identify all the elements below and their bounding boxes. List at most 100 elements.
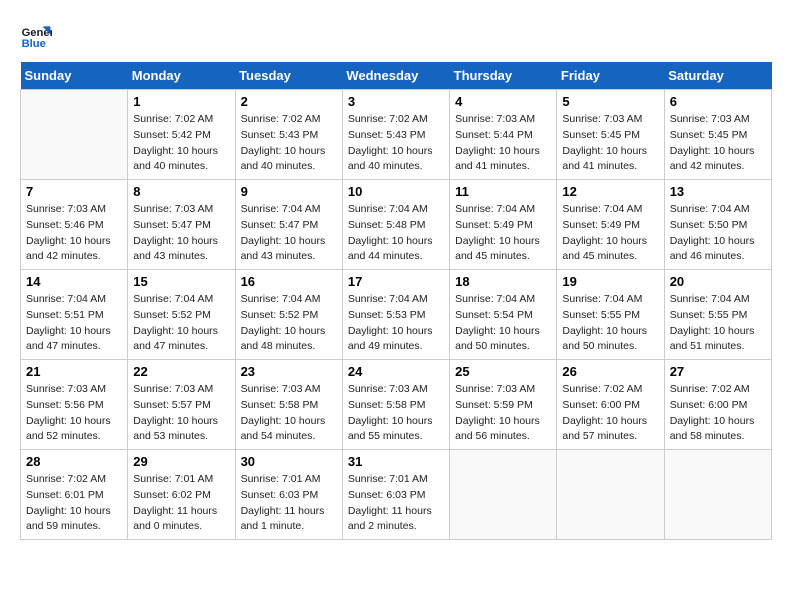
- day-cell: 21 Sunrise: 7:03 AMSunset: 5:56 PMDaylig…: [21, 360, 128, 450]
- day-number: 17: [348, 274, 444, 289]
- svg-text:Blue: Blue: [22, 38, 46, 50]
- day-detail: Sunrise: 7:04 AMSunset: 5:48 PMDaylight:…: [348, 202, 444, 265]
- day-number: 16: [241, 274, 337, 289]
- day-number: 27: [670, 364, 766, 379]
- day-detail: Sunrise: 7:03 AMSunset: 5:59 PMDaylight:…: [455, 382, 551, 445]
- day-number: 3: [348, 94, 444, 109]
- day-detail: Sunrise: 7:04 AMSunset: 5:52 PMDaylight:…: [133, 292, 229, 355]
- day-number: 26: [562, 364, 658, 379]
- day-detail: Sunrise: 7:01 AMSunset: 6:03 PMDaylight:…: [241, 472, 337, 535]
- day-number: 21: [26, 364, 122, 379]
- header-wednesday: Wednesday: [342, 62, 449, 90]
- day-number: 8: [133, 184, 229, 199]
- day-number: 11: [455, 184, 551, 199]
- day-detail: Sunrise: 7:03 AMSunset: 5:46 PMDaylight:…: [26, 202, 122, 265]
- day-number: 14: [26, 274, 122, 289]
- week-row-5: 28 Sunrise: 7:02 AMSunset: 6:01 PMDaylig…: [21, 450, 772, 540]
- day-cell: 27 Sunrise: 7:02 AMSunset: 6:00 PMDaylig…: [664, 360, 771, 450]
- day-cell: 16 Sunrise: 7:04 AMSunset: 5:52 PMDaylig…: [235, 270, 342, 360]
- day-detail: Sunrise: 7:03 AMSunset: 5:58 PMDaylight:…: [241, 382, 337, 445]
- day-number: 4: [455, 94, 551, 109]
- day-detail: Sunrise: 7:01 AMSunset: 6:02 PMDaylight:…: [133, 472, 229, 535]
- day-cell: 29 Sunrise: 7:01 AMSunset: 6:02 PMDaylig…: [128, 450, 235, 540]
- day-detail: Sunrise: 7:02 AMSunset: 6:01 PMDaylight:…: [26, 472, 122, 535]
- day-cell: 13 Sunrise: 7:04 AMSunset: 5:50 PMDaylig…: [664, 180, 771, 270]
- day-detail: Sunrise: 7:04 AMSunset: 5:55 PMDaylight:…: [562, 292, 658, 355]
- day-number: 22: [133, 364, 229, 379]
- calendar-table: SundayMondayTuesdayWednesdayThursdayFrid…: [20, 62, 772, 540]
- day-detail: Sunrise: 7:01 AMSunset: 6:03 PMDaylight:…: [348, 472, 444, 535]
- header-monday: Monday: [128, 62, 235, 90]
- header-sunday: Sunday: [21, 62, 128, 90]
- day-detail: Sunrise: 7:04 AMSunset: 5:49 PMDaylight:…: [562, 202, 658, 265]
- day-cell: 25 Sunrise: 7:03 AMSunset: 5:59 PMDaylig…: [450, 360, 557, 450]
- day-cell: [557, 450, 664, 540]
- week-row-4: 21 Sunrise: 7:03 AMSunset: 5:56 PMDaylig…: [21, 360, 772, 450]
- calendar-header-row: SundayMondayTuesdayWednesdayThursdayFrid…: [21, 62, 772, 90]
- day-detail: Sunrise: 7:03 AMSunset: 5:44 PMDaylight:…: [455, 112, 551, 175]
- day-cell: 11 Sunrise: 7:04 AMSunset: 5:49 PMDaylig…: [450, 180, 557, 270]
- day-number: 12: [562, 184, 658, 199]
- day-cell: 3 Sunrise: 7:02 AMSunset: 5:43 PMDayligh…: [342, 90, 449, 180]
- day-number: 1: [133, 94, 229, 109]
- day-cell: 4 Sunrise: 7:03 AMSunset: 5:44 PMDayligh…: [450, 90, 557, 180]
- day-number: 10: [348, 184, 444, 199]
- day-detail: Sunrise: 7:04 AMSunset: 5:49 PMDaylight:…: [455, 202, 551, 265]
- header-tuesday: Tuesday: [235, 62, 342, 90]
- day-cell: 7 Sunrise: 7:03 AMSunset: 5:46 PMDayligh…: [21, 180, 128, 270]
- day-detail: Sunrise: 7:04 AMSunset: 5:54 PMDaylight:…: [455, 292, 551, 355]
- day-number: 6: [670, 94, 766, 109]
- week-row-2: 7 Sunrise: 7:03 AMSunset: 5:46 PMDayligh…: [21, 180, 772, 270]
- day-cell: 14 Sunrise: 7:04 AMSunset: 5:51 PMDaylig…: [21, 270, 128, 360]
- week-row-1: 1 Sunrise: 7:02 AMSunset: 5:42 PMDayligh…: [21, 90, 772, 180]
- day-cell: 17 Sunrise: 7:04 AMSunset: 5:53 PMDaylig…: [342, 270, 449, 360]
- day-number: 25: [455, 364, 551, 379]
- day-number: 28: [26, 454, 122, 469]
- day-number: 5: [562, 94, 658, 109]
- day-detail: Sunrise: 7:03 AMSunset: 5:57 PMDaylight:…: [133, 382, 229, 445]
- day-cell: 10 Sunrise: 7:04 AMSunset: 5:48 PMDaylig…: [342, 180, 449, 270]
- day-number: 20: [670, 274, 766, 289]
- day-cell: 9 Sunrise: 7:04 AMSunset: 5:47 PMDayligh…: [235, 180, 342, 270]
- day-number: 24: [348, 364, 444, 379]
- day-detail: Sunrise: 7:02 AMSunset: 6:00 PMDaylight:…: [670, 382, 766, 445]
- day-cell: [450, 450, 557, 540]
- day-cell: 1 Sunrise: 7:02 AMSunset: 5:42 PMDayligh…: [128, 90, 235, 180]
- day-number: 19: [562, 274, 658, 289]
- day-cell: [664, 450, 771, 540]
- day-cell: 19 Sunrise: 7:04 AMSunset: 5:55 PMDaylig…: [557, 270, 664, 360]
- week-row-3: 14 Sunrise: 7:04 AMSunset: 5:51 PMDaylig…: [21, 270, 772, 360]
- day-detail: Sunrise: 7:02 AMSunset: 6:00 PMDaylight:…: [562, 382, 658, 445]
- day-cell: 2 Sunrise: 7:02 AMSunset: 5:43 PMDayligh…: [235, 90, 342, 180]
- day-cell: 24 Sunrise: 7:03 AMSunset: 5:58 PMDaylig…: [342, 360, 449, 450]
- day-number: 29: [133, 454, 229, 469]
- day-cell: 8 Sunrise: 7:03 AMSunset: 5:47 PMDayligh…: [128, 180, 235, 270]
- day-cell: 6 Sunrise: 7:03 AMSunset: 5:45 PMDayligh…: [664, 90, 771, 180]
- day-detail: Sunrise: 7:03 AMSunset: 5:58 PMDaylight:…: [348, 382, 444, 445]
- day-detail: Sunrise: 7:04 AMSunset: 5:50 PMDaylight:…: [670, 202, 766, 265]
- day-cell: [21, 90, 128, 180]
- day-detail: Sunrise: 7:03 AMSunset: 5:45 PMDaylight:…: [562, 112, 658, 175]
- day-number: 31: [348, 454, 444, 469]
- day-cell: 28 Sunrise: 7:02 AMSunset: 6:01 PMDaylig…: [21, 450, 128, 540]
- day-detail: Sunrise: 7:04 AMSunset: 5:55 PMDaylight:…: [670, 292, 766, 355]
- day-cell: 30 Sunrise: 7:01 AMSunset: 6:03 PMDaylig…: [235, 450, 342, 540]
- day-number: 30: [241, 454, 337, 469]
- day-detail: Sunrise: 7:02 AMSunset: 5:43 PMDaylight:…: [348, 112, 444, 175]
- day-detail: Sunrise: 7:03 AMSunset: 5:45 PMDaylight:…: [670, 112, 766, 175]
- day-number: 7: [26, 184, 122, 199]
- day-cell: 20 Sunrise: 7:04 AMSunset: 5:55 PMDaylig…: [664, 270, 771, 360]
- day-number: 9: [241, 184, 337, 199]
- day-cell: 31 Sunrise: 7:01 AMSunset: 6:03 PMDaylig…: [342, 450, 449, 540]
- day-number: 18: [455, 274, 551, 289]
- day-cell: 12 Sunrise: 7:04 AMSunset: 5:49 PMDaylig…: [557, 180, 664, 270]
- day-detail: Sunrise: 7:04 AMSunset: 5:51 PMDaylight:…: [26, 292, 122, 355]
- day-detail: Sunrise: 7:03 AMSunset: 5:47 PMDaylight:…: [133, 202, 229, 265]
- day-number: 2: [241, 94, 337, 109]
- day-detail: Sunrise: 7:04 AMSunset: 5:53 PMDaylight:…: [348, 292, 444, 355]
- day-number: 15: [133, 274, 229, 289]
- header-saturday: Saturday: [664, 62, 771, 90]
- header-friday: Friday: [557, 62, 664, 90]
- day-detail: Sunrise: 7:02 AMSunset: 5:43 PMDaylight:…: [241, 112, 337, 175]
- day-detail: Sunrise: 7:04 AMSunset: 5:47 PMDaylight:…: [241, 202, 337, 265]
